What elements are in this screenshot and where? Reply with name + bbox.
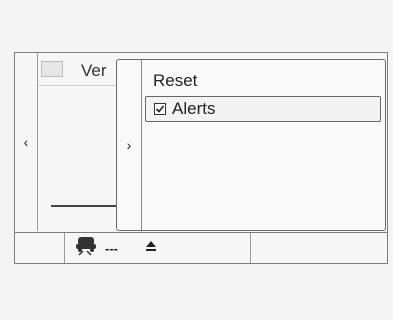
menu-item-reset[interactable]: Reset — [145, 68, 381, 94]
infotainment-screen: ‹ Ver › Reset Alerts --- — [14, 52, 388, 264]
eject-icon[interactable] — [144, 239, 158, 258]
menu-item-alerts[interactable]: Alerts — [145, 96, 381, 122]
menu-item-label: Reset — [153, 71, 198, 90]
bottom-cell-empty — [251, 233, 387, 263]
options-menu: › Reset Alerts — [116, 59, 386, 231]
driver-assist-icon — [73, 235, 99, 262]
bottom-status-bar: --- — [15, 232, 387, 263]
driver-assist-status-text: --- — [105, 240, 118, 256]
chevron-left-icon: ‹ — [23, 134, 29, 150]
app-icon — [41, 61, 63, 77]
driver-assist-status[interactable]: --- — [65, 233, 245, 263]
bottom-cell-empty — [15, 233, 65, 263]
menu-item-label: Alerts — [172, 99, 216, 118]
previous-page-button[interactable]: ‹ — [15, 53, 38, 231]
checkbox-checked-icon[interactable] — [154, 103, 166, 115]
chevron-right-icon: › — [126, 137, 132, 153]
close-menu-button[interactable]: › — [117, 60, 142, 230]
divider — [37, 85, 117, 86]
graph-line — [51, 205, 119, 207]
background-page-title: Ver — [81, 61, 107, 80]
